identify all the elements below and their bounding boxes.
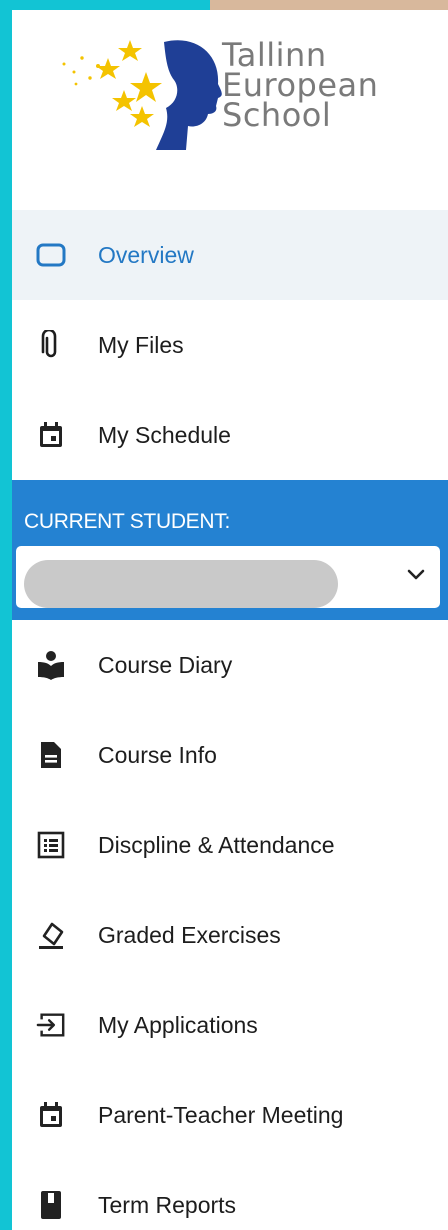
current-student-section: CURRENT STUDENT:	[12, 480, 448, 620]
nav-graded-exercises-label: Graded Exercises	[98, 921, 281, 948]
sign-in-arrow-icon	[36, 1010, 66, 1040]
nav-course-info[interactable]: Course Info	[12, 710, 448, 800]
nav-parent-teacher-meeting-label: Parent-Teacher Meeting	[98, 1101, 344, 1128]
nav-overview-label: Overview	[98, 241, 194, 268]
nav-my-files-label: My Files	[98, 331, 184, 358]
nav-my-applications-label: My Applications	[98, 1011, 258, 1038]
school-name-line-3: School	[222, 96, 332, 134]
nav-term-reports-label: Term Reports	[98, 1191, 237, 1218]
nav-course-diary-label: Course Diary	[98, 651, 233, 678]
nav-discipline-attendance[interactable]: Discpline & Attendance	[12, 800, 448, 890]
chevron-down-icon	[407, 569, 425, 580]
school-logo[interactable]: Tallinn European School	[46, 32, 406, 162]
eraser-icon	[36, 920, 66, 950]
school-name: Tallinn European School	[222, 39, 378, 134]
nav-graded-exercises[interactable]: Graded Exercises	[12, 890, 448, 980]
top-band	[0, 0, 448, 10]
student-select[interactable]	[16, 546, 440, 608]
current-student-heading: CURRENT STUDENT:	[24, 510, 230, 533]
sidebar: Tallinn European School Overview My File…	[12, 10, 448, 1230]
nav-overview[interactable]: Overview	[12, 210, 448, 300]
report-book-icon	[36, 1190, 66, 1220]
list-icon	[36, 830, 66, 860]
nav-my-applications[interactable]: My Applications	[12, 980, 448, 1070]
nav-discipline-attendance-label: Discpline & Attendance	[98, 831, 335, 858]
student-name-redacted	[24, 560, 338, 608]
nav-course-diary[interactable]: Course Diary	[12, 620, 448, 710]
nav-my-files[interactable]: My Files	[12, 300, 448, 390]
rounded-rectangle-icon	[36, 240, 66, 270]
paperclip-icon	[36, 330, 66, 360]
reading-person-icon	[36, 650, 66, 680]
logo-emblem	[62, 40, 222, 150]
calendar-icon	[36, 1100, 66, 1130]
nav-term-reports[interactable]: Term Reports	[12, 1160, 448, 1230]
nav-my-schedule[interactable]: My Schedule	[12, 390, 448, 480]
document-icon	[36, 740, 66, 770]
nav-parent-teacher-meeting[interactable]: Parent-Teacher Meeting	[12, 1070, 448, 1160]
calendar-icon	[36, 420, 66, 450]
nav-my-schedule-label: My Schedule	[98, 421, 231, 448]
nav-course-info-label: Course Info	[98, 741, 217, 768]
